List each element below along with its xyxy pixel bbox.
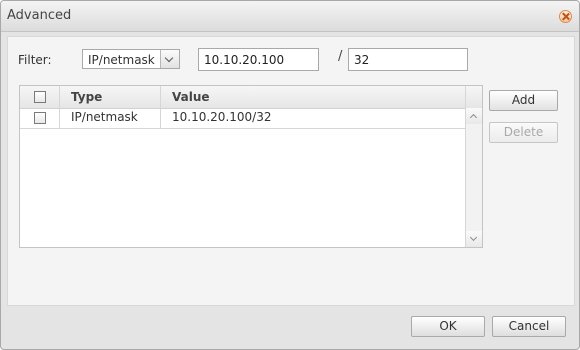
filter-type-value: IP/netmask: [88, 53, 155, 67]
table-header: Type Value: [20, 86, 482, 109]
dialog-titlebar[interactable]: Advanced: [1, 1, 579, 32]
column-header-value[interactable]: Value: [161, 86, 466, 108]
row-type-cell: IP/netmask: [60, 108, 161, 128]
advanced-dialog: Advanced Filter: IP/netmask / Type Value: [0, 0, 580, 350]
chevron-down-icon[interactable]: [160, 50, 179, 68]
select-all-checkbox[interactable]: [34, 91, 46, 103]
add-button[interactable]: Add: [489, 90, 558, 111]
filter-label: Filter:: [18, 53, 52, 67]
row-checkbox-cell: [20, 108, 60, 128]
close-icon[interactable]: [559, 10, 572, 23]
filter-panel: Filter: IP/netmask / Type Value IP: [7, 36, 575, 306]
filter-table: Type Value IP/netmask 10.10.20.100/32: [19, 85, 483, 248]
scroll-down-icon[interactable]: [466, 231, 482, 247]
table-body: IP/netmask 10.10.20.100/32: [20, 108, 466, 129]
table-scrollbar[interactable]: [465, 108, 482, 247]
column-header-type[interactable]: Type: [60, 86, 161, 108]
delete-button[interactable]: Delete: [489, 122, 558, 143]
netmask-separator: /: [338, 49, 343, 64]
filter-type-select[interactable]: IP/netmask: [82, 49, 180, 69]
scroll-up-icon[interactable]: [466, 108, 482, 124]
dialog-title: Advanced: [7, 8, 72, 23]
ok-button[interactable]: OK: [411, 316, 485, 337]
cancel-button[interactable]: Cancel: [492, 316, 566, 337]
header-checkbox-cell: [20, 86, 60, 108]
table-row[interactable]: IP/netmask 10.10.20.100/32: [20, 108, 466, 129]
row-checkbox[interactable]: [34, 112, 46, 124]
netmask-input[interactable]: [348, 48, 468, 71]
row-value-cell: 10.10.20.100/32: [172, 110, 272, 124]
ip-address-input[interactable]: [198, 48, 319, 71]
